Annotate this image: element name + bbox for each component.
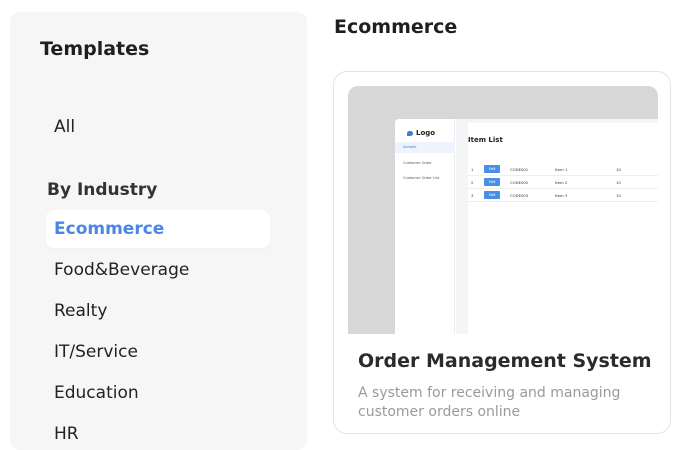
sidebar-item-it-service[interactable]: IT/Service — [46, 333, 270, 371]
template-card-title: Order Management System — [358, 350, 652, 372]
preview-content: Item List 1 Edit CODE001 Item 1 10 2 Edi… — [456, 119, 658, 334]
preview-logo-text: Logo — [416, 129, 436, 137]
preview-cell: CODE003 — [510, 193, 529, 198]
template-card[interactable]: Logo Sample Customer Order Customer Orde… — [333, 71, 671, 434]
templates-sidebar: Templates All By Industry Ecommerce Food… — [10, 12, 307, 450]
preview-cell: Item 1 — [555, 167, 568, 172]
preview-sidebar: Logo Sample Customer Order Customer Orde… — [395, 119, 455, 334]
sidebar-item-all[interactable]: All — [46, 108, 270, 146]
preview-cell: CODE001 — [510, 167, 529, 172]
sidebar-item-ecommerce[interactable]: Ecommerce — [46, 210, 270, 248]
page-title: Ecommerce — [334, 16, 458, 38]
preview-cell: 2 — [471, 180, 474, 185]
preview-menu-item: Customer Order List — [403, 176, 440, 180]
sidebar-item-food-beverage[interactable]: Food&Beverage — [46, 251, 270, 289]
preview-cell: Item 3 — [555, 193, 568, 198]
preview-edit-button: Edit — [484, 178, 500, 186]
preview-table-row: 1 Edit CODE001 Item 1 10 — [468, 163, 658, 176]
preview-cell: Item 2 — [555, 180, 568, 185]
preview-table-row: 2 Edit CODE002 Item 2 10 — [468, 176, 658, 189]
sidebar-item-education[interactable]: Education — [46, 374, 270, 412]
template-card-description: A system for receiving and managing cust… — [358, 385, 621, 420]
section-label-by-industry: By Industry — [47, 180, 158, 200]
sidebar-title: Templates — [40, 38, 150, 60]
sidebar-item-realty[interactable]: Realty — [46, 292, 270, 330]
preview-app-mockup: Logo Sample Customer Order Customer Orde… — [395, 119, 658, 334]
preview-logo: Logo — [407, 129, 435, 137]
preview-cell: 3 — [471, 193, 474, 198]
template-preview: Logo Sample Customer Order Customer Orde… — [348, 86, 658, 334]
preview-heading: Item List — [468, 136, 503, 144]
preview-edit-button: Edit — [484, 191, 500, 199]
preview-cell: 10 — [616, 167, 621, 172]
preview-table-row: 3 Edit CODE003 Item 3 10 — [468, 189, 658, 202]
preview-menu-item: Sample — [403, 145, 417, 149]
sidebar-item-hr[interactable]: HR — [46, 415, 270, 450]
preview-cell: 10 — [616, 180, 621, 185]
preview-cell: 1 — [471, 167, 474, 172]
preview-panel: Item List 1 Edit CODE001 Item 1 10 2 Edi… — [468, 123, 658, 334]
preview-menu-item: Customer Order — [403, 161, 432, 165]
logo-icon — [407, 130, 413, 136]
preview-edit-button: Edit — [484, 165, 500, 173]
preview-cell: CODE002 — [510, 180, 529, 185]
preview-cell: 10 — [616, 193, 621, 198]
